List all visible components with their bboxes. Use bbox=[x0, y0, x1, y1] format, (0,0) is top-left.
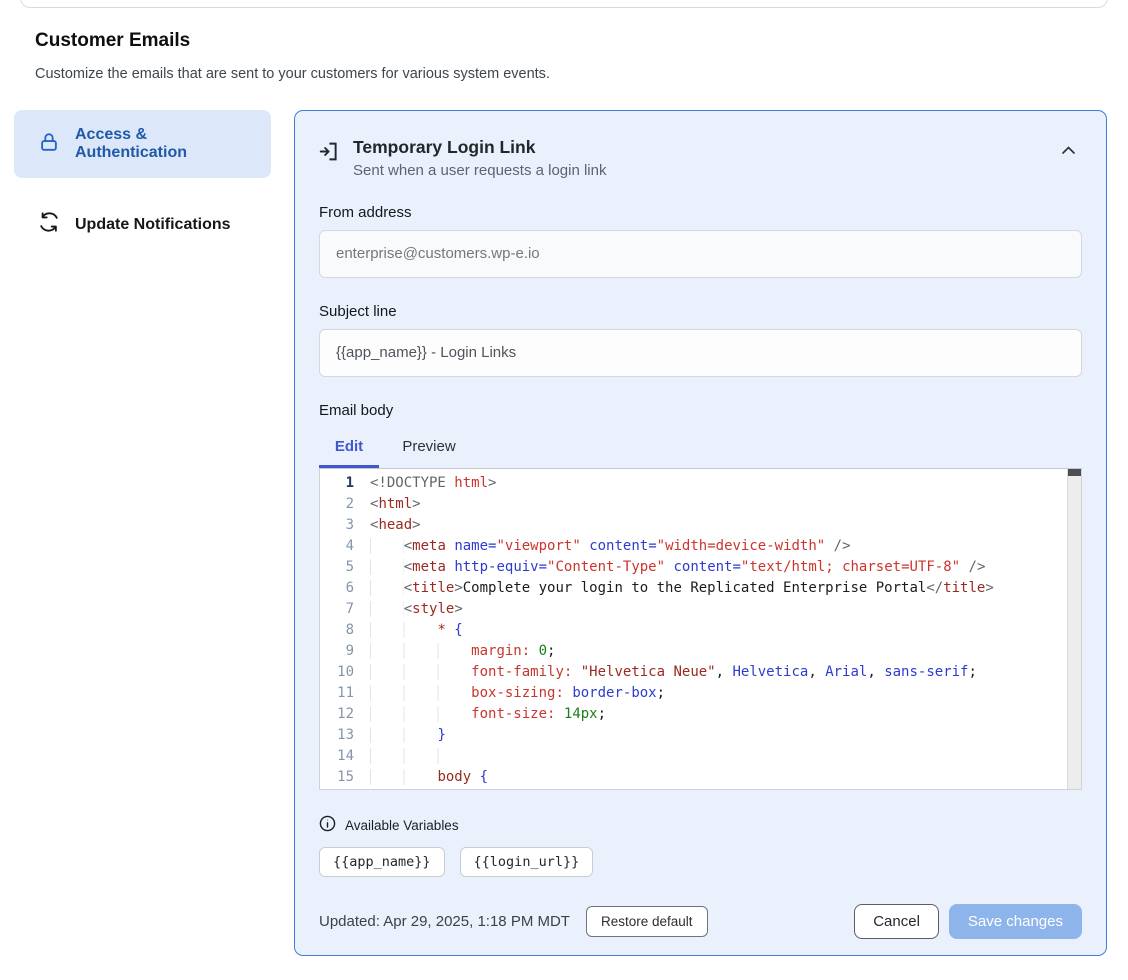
code-line-text: <meta http-equiv="Content-Type" content=… bbox=[354, 557, 985, 578]
code-line[interactable]: 6 <title>Complete your login to the Repl… bbox=[320, 578, 1081, 599]
line-number: 4 bbox=[320, 536, 354, 557]
code-line-text: } bbox=[354, 725, 446, 746]
email-body-label: Email body bbox=[319, 402, 1082, 419]
editor-scrollbar-thumb[interactable] bbox=[1068, 469, 1081, 476]
available-variables-row: Available Variables bbox=[319, 815, 1082, 837]
line-number: 14 bbox=[320, 746, 354, 767]
sidebar-item-label: Update Notifications bbox=[75, 216, 231, 234]
code-line-text: <head> bbox=[354, 515, 421, 536]
code-line[interactable]: 15 body { bbox=[320, 767, 1081, 788]
line-number: 10 bbox=[320, 662, 354, 683]
code-line[interactable]: 5 <meta http-equiv="Content-Type" conten… bbox=[320, 557, 1081, 578]
sidebar-item-access-authentication[interactable]: Access & Authentication bbox=[14, 110, 271, 178]
available-variables-label: Available Variables bbox=[345, 818, 459, 833]
line-number: 8 bbox=[320, 620, 354, 641]
line-number: 9 bbox=[320, 641, 354, 662]
customer-emails-page: Customer Emails Customize the emails tha… bbox=[0, 0, 1128, 980]
line-number: 3 bbox=[320, 515, 354, 536]
code-line-text: * { bbox=[354, 620, 463, 641]
code-line-text: margin: 0; bbox=[354, 641, 555, 662]
panel-subtitle: Sent when a user requests a login link bbox=[353, 162, 606, 179]
code-line[interactable]: 8 * { bbox=[320, 620, 1081, 641]
line-number: 5 bbox=[320, 557, 354, 578]
code-line-text: body { bbox=[354, 767, 488, 788]
from-address-label: From address bbox=[319, 204, 1082, 221]
code-line-text: <!DOCTYPE html> bbox=[354, 473, 496, 494]
editor-scrollbar[interactable] bbox=[1067, 469, 1081, 789]
code-line[interactable]: 10 font-family: "Helvetica Neue", Helvet… bbox=[320, 662, 1081, 683]
info-icon bbox=[319, 815, 336, 837]
lock-icon bbox=[38, 131, 60, 158]
line-number: 7 bbox=[320, 599, 354, 620]
code-line[interactable]: 4 <meta name="viewport" content="width=d… bbox=[320, 536, 1081, 557]
subject-line-input[interactable] bbox=[319, 329, 1082, 377]
chevron-up-icon bbox=[1061, 143, 1076, 158]
restore-default-button[interactable]: Restore default bbox=[586, 906, 708, 937]
variable-chip-1[interactable]: {{login_url}} bbox=[460, 847, 594, 877]
code-line-text: font-family: "Helvetica Neue", Helvetica… bbox=[354, 662, 977, 683]
code-line-text: box-sizing: border-box; bbox=[354, 683, 665, 704]
line-number: 16 bbox=[320, 788, 354, 790]
line-number: 2 bbox=[320, 494, 354, 515]
code-line-text: <title>Complete your login to the Replic… bbox=[354, 578, 994, 599]
code-line-text: <meta name="viewport" content="width=dev… bbox=[354, 536, 851, 557]
code-line[interactable]: 7 <style> bbox=[320, 599, 1081, 620]
save-changes-button[interactable]: Save changes bbox=[949, 904, 1082, 939]
refresh-icon bbox=[38, 211, 60, 238]
log-in-icon bbox=[319, 141, 340, 179]
previous-card-bottom-edge bbox=[20, 0, 1108, 8]
tab-edit[interactable]: Edit bbox=[319, 431, 379, 468]
code-line[interactable]: 16 background-color: #f5f8fb; bbox=[320, 788, 1081, 790]
code-line[interactable]: 13 } bbox=[320, 725, 1081, 746]
panel-header-text: Temporary Login Link Sent when a user re… bbox=[353, 136, 606, 179]
html-code-editor[interactable]: 1<!DOCTYPE html>2<html>3<head>4 <meta na… bbox=[319, 468, 1082, 790]
code-line-text: <style> bbox=[354, 599, 463, 620]
code-line[interactable]: 14 bbox=[320, 746, 1081, 767]
updated-timestamp: Updated: Apr 29, 2025, 1:18 PM MDT bbox=[319, 913, 570, 930]
code-editor-content[interactable]: 1<!DOCTYPE html>2<html>3<head>4 <meta na… bbox=[320, 469, 1081, 790]
email-types-sidebar: Access & Authentication Update Notificati… bbox=[14, 110, 271, 252]
code-line[interactable]: 12 font-size: 14px; bbox=[320, 704, 1081, 725]
line-number: 6 bbox=[320, 578, 354, 599]
footer-actions: Cancel Save changes bbox=[854, 904, 1082, 939]
variable-chip-0[interactable]: {{app_name}} bbox=[319, 847, 445, 877]
code-line[interactable]: 9 margin: 0; bbox=[320, 641, 1081, 662]
panel-footer: Updated: Apr 29, 2025, 1:18 PM MDT Resto… bbox=[319, 904, 1082, 939]
collapse-panel-button[interactable] bbox=[1057, 139, 1080, 162]
page-description: Customize the emails that are sent to yo… bbox=[35, 66, 550, 82]
sidebar-item-label: Access & Authentication bbox=[75, 126, 257, 162]
variable-chips: {{app_name}} {{login_url}} bbox=[319, 847, 1082, 877]
sidebar-item-update-notifications[interactable]: Update Notifications bbox=[14, 197, 271, 252]
tab-preview[interactable]: Preview bbox=[379, 431, 479, 468]
cancel-button[interactable]: Cancel bbox=[854, 904, 939, 939]
code-line-text: background-color: #f5f8fb; bbox=[354, 788, 690, 790]
line-number: 1 bbox=[320, 473, 354, 494]
code-line[interactable]: 1<!DOCTYPE html> bbox=[320, 473, 1081, 494]
code-line[interactable]: 3<head> bbox=[320, 515, 1081, 536]
line-number: 12 bbox=[320, 704, 354, 725]
line-number: 11 bbox=[320, 683, 354, 704]
code-line[interactable]: 11 box-sizing: border-box; bbox=[320, 683, 1081, 704]
code-line-text bbox=[354, 746, 471, 767]
code-line[interactable]: 2<html> bbox=[320, 494, 1081, 515]
code-line-text: font-size: 14px; bbox=[354, 704, 606, 725]
page-title: Customer Emails bbox=[35, 30, 190, 52]
panel-title: Temporary Login Link bbox=[353, 136, 606, 159]
line-number: 13 bbox=[320, 725, 354, 746]
panel-header: Temporary Login Link Sent when a user re… bbox=[319, 136, 1082, 179]
subject-line-label: Subject line bbox=[319, 303, 1082, 320]
email-body-tabs: EditPreview bbox=[319, 431, 1082, 468]
from-address-input[interactable] bbox=[319, 230, 1082, 278]
code-line-text: <html> bbox=[354, 494, 421, 515]
temporary-login-link-panel: Temporary Login Link Sent when a user re… bbox=[294, 110, 1107, 956]
line-number: 15 bbox=[320, 767, 354, 788]
